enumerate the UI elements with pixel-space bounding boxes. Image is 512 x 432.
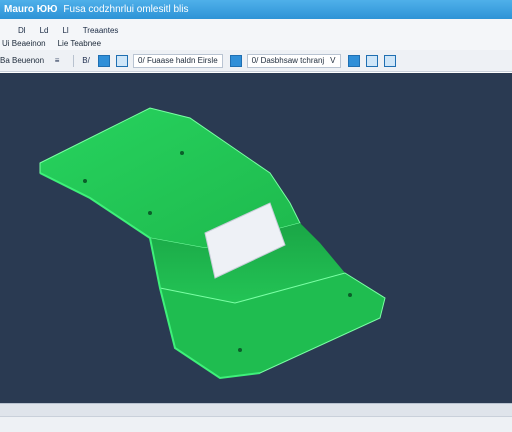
3d-viewport[interactable] [0,73,512,403]
status-bar-inner [0,416,512,432]
toolbar: Ba Beuenon ≡ B/ 0/ Fuaase haldn Eirsle 0… [0,50,512,72]
settings-icon[interactable] [383,54,397,68]
toolbar-separator [73,54,75,67]
chart-icon[interactable] [347,54,361,68]
ribbon-label-2[interactable]: Lie Teabnee [58,39,101,48]
chevron-down-icon: V [330,56,336,65]
save-icon[interactable] [97,54,111,68]
view-icon[interactable] [115,54,129,68]
menu-item-4-label: Treaantes [82,26,119,35]
ribbon-row: Ui Beaeinon Lie Teabnee [0,36,512,50]
display-dropdown-value: Dasbhsaw tchranj [260,56,325,65]
display-dropdown-prefix: 0/ [251,56,259,65]
app-name: Mauro ЮЮ [4,4,58,15]
model-canvas[interactable] [0,73,512,403]
fill-dropdown-value: Fuaase haldn Eirsle [146,56,218,65]
layout-icon[interactable] [365,54,379,68]
fill-dropdown-prefix: 0/ [138,56,145,65]
fill-dropdown[interactable]: 0/ Fuaase haldn Eirsle [133,53,223,68]
display-dropdown[interactable]: 0/ Dasbhsaw tchranj V [246,53,341,68]
toolbar-start-label[interactable]: Ba Beuenon [0,56,44,65]
document-title: Fusa codzhnrlui omlesitl blis [63,4,189,15]
title-bar: Mauro ЮЮ Fusa codzhnrlui omlesitl blis [0,0,512,19]
box-icon[interactable] [229,54,243,68]
bold-button[interactable]: B/ [79,54,93,68]
list-icon[interactable]: ≡ [50,54,64,68]
status-bar [0,403,512,432]
ribbon-label-1[interactable]: Ui Beaeinon [2,39,46,48]
